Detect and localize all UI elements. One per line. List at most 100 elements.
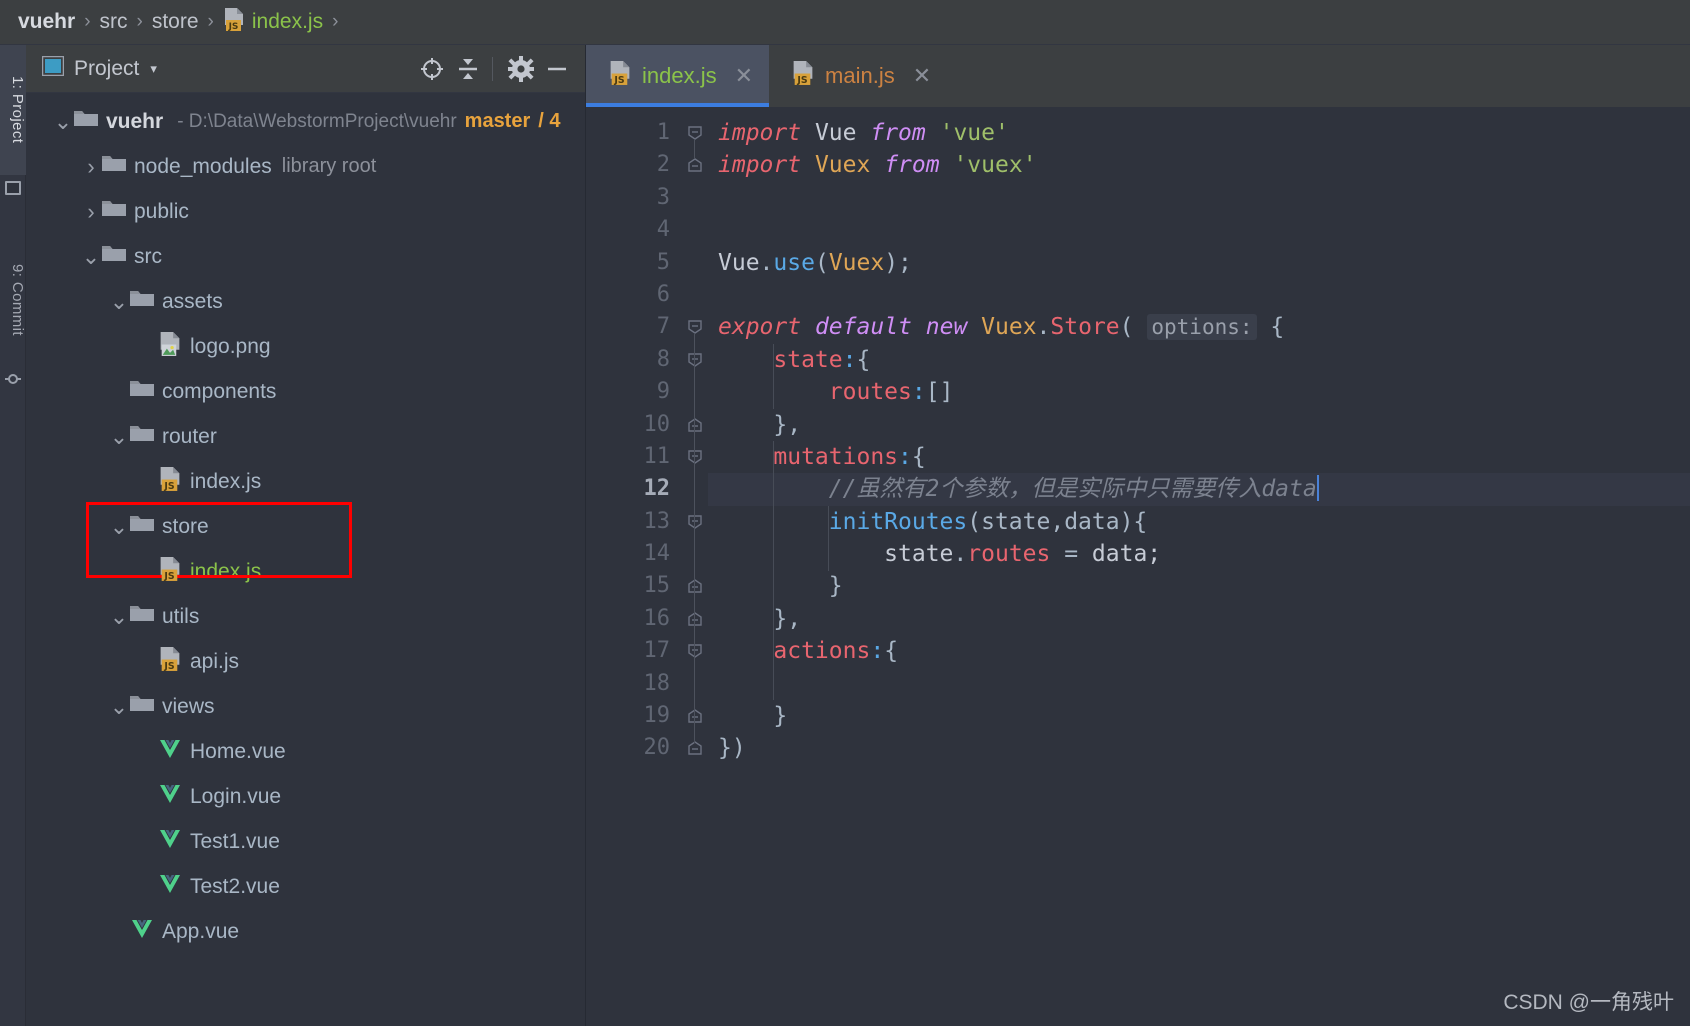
- code-token: new: [925, 314, 968, 341]
- tree-row[interactable]: Test1.vue: [26, 819, 585, 864]
- gear-icon[interactable]: [505, 53, 537, 85]
- code-line[interactable]: Vue.use(Vuex);: [708, 247, 1690, 279]
- tree-row[interactable]: components: [26, 369, 585, 414]
- chevron-down-icon[interactable]: ⌄: [80, 245, 102, 267]
- code-line[interactable]: }: [708, 700, 1690, 732]
- breadcrumb-item-src[interactable]: src: [100, 10, 128, 34]
- chevron-right-icon[interactable]: ›: [80, 199, 102, 225]
- project-tree[interactable]: ⌄ vuehr - D:\Data\WebstormProject\vuehr mas…: [26, 93, 585, 1026]
- chevron-down-icon[interactable]: ⌄: [108, 515, 130, 537]
- tree-row[interactable]: JS index.js: [26, 549, 585, 594]
- close-icon[interactable]: ✕: [913, 65, 931, 87]
- chevron-down-icon[interactable]: ⌄: [108, 695, 130, 717]
- tree-row[interactable]: ⌄ views: [26, 684, 585, 729]
- tree-row[interactable]: JS index.js: [26, 459, 585, 504]
- tree-row[interactable]: logo.png: [26, 324, 585, 369]
- close-icon[interactable]: ✕: [735, 65, 753, 87]
- fold-collapse-icon[interactable]: [687, 643, 703, 659]
- code-folding-column[interactable]: [682, 107, 708, 1026]
- fold-collapse-icon[interactable]: [687, 125, 703, 141]
- code-line[interactable]: }): [708, 732, 1690, 764]
- tree-row[interactable]: › public: [26, 189, 585, 234]
- fold-collapse-icon[interactable]: [687, 740, 703, 756]
- tree-row[interactable]: App.vue: [26, 909, 585, 954]
- code-line[interactable]: [708, 668, 1690, 700]
- code-line[interactable]: },: [708, 603, 1690, 635]
- code-line[interactable]: import Vue from 'vue': [708, 117, 1690, 149]
- chevron-down-icon[interactable]: ⌄: [108, 605, 130, 627]
- tree-row-label: assets: [162, 289, 223, 313]
- tree-row[interactable]: Login.vue: [26, 774, 585, 819]
- code-line[interactable]: state.routes = data;: [708, 538, 1690, 570]
- chevron-right-icon[interactable]: ›: [80, 154, 102, 180]
- breadcrumb-separator: ›: [136, 11, 143, 32]
- code-line[interactable]: mutations:{: [708, 441, 1690, 473]
- tree-row[interactable]: Test2.vue: [26, 864, 585, 909]
- minimize-icon[interactable]: [541, 53, 573, 85]
- code-line[interactable]: }: [708, 570, 1690, 602]
- chevron-down-icon[interactable]: ⌄: [108, 425, 130, 447]
- rail-item-project[interactable]: 1: Project: [0, 45, 26, 175]
- tree-row[interactable]: ⌄ src: [26, 234, 585, 279]
- tree-row-label: logo.png: [190, 334, 271, 358]
- fold-collapse-icon[interactable]: [687, 157, 703, 173]
- line-number: 13: [643, 508, 671, 534]
- code-line[interactable]: //虽然有2个参数，但是实际中只需要传入data: [708, 473, 1690, 506]
- tree-row-label: api.js: [190, 649, 240, 673]
- code-editor[interactable]: 1 2 3 4 5 6 7 8 9 10 11 12 13 14 15 16 17 18 19 20 import V…: [586, 107, 1690, 1026]
- tree-row[interactable]: ⌄ assets: [26, 279, 585, 324]
- rail-item-commit[interactable]: 9: Commit: [0, 235, 26, 365]
- editor-tab[interactable]: JS index.js ✕: [586, 45, 770, 107]
- folder-icon: [130, 289, 154, 314]
- fold-row: [682, 344, 708, 376]
- breadcrumb-item-store[interactable]: store: [152, 10, 199, 34]
- svg-text:JS: JS: [163, 480, 174, 491]
- line-number-gutter: 1 2 3 4 5 6 7 8 9 10 11 12 13 14 15 16 17 18 19 20: [586, 107, 682, 1026]
- tree-row[interactable]: Home.vue: [26, 729, 585, 774]
- folder-icon: [74, 109, 98, 134]
- tree-row[interactable]: › node_modules library root: [26, 144, 585, 189]
- code-line[interactable]: routes:[]: [708, 376, 1690, 408]
- breadcrumb-item-root[interactable]: vuehr: [18, 10, 75, 34]
- code-line[interactable]: [708, 279, 1690, 311]
- breadcrumb-item-file[interactable]: index.js: [252, 10, 323, 34]
- fold-collapse-icon[interactable]: [687, 449, 703, 465]
- fold-collapse-icon[interactable]: [687, 514, 703, 530]
- code-content[interactable]: import Vue from 'vue' import Vuex from 'v…: [708, 107, 1690, 1026]
- code-token: {: [911, 443, 926, 470]
- code-line[interactable]: [708, 214, 1690, 246]
- fold-row: [682, 117, 708, 149]
- fold-collapse-icon[interactable]: [687, 708, 703, 724]
- chevron-down-icon[interactable]: ▾: [150, 61, 157, 77]
- collapse-all-icon[interactable]: [452, 53, 484, 85]
- code-line[interactable]: export default new Vuex.Store( options: …: [708, 311, 1690, 343]
- code-line[interactable]: [708, 182, 1690, 214]
- fold-collapse-icon[interactable]: [687, 352, 703, 368]
- editor-tab[interactable]: JS main.js ✕: [769, 45, 947, 107]
- fold-collapse-icon[interactable]: [687, 417, 703, 433]
- chevron-down-icon[interactable]: ⌄: [52, 110, 74, 132]
- tree-row[interactable]: ⌄ store: [26, 504, 585, 549]
- fold-collapse-icon[interactable]: [687, 319, 703, 335]
- tree-row-branch-extra: / 4: [538, 110, 561, 132]
- fold-collapse-icon[interactable]: [687, 611, 703, 627]
- code-token: Vue: [718, 249, 760, 276]
- tree-row[interactable]: JS api.js: [26, 639, 585, 684]
- code-token: :: [870, 638, 885, 665]
- code-line[interactable]: actions:{: [708, 635, 1690, 667]
- tree-row[interactable]: ⌄ utils: [26, 594, 585, 639]
- code-line[interactable]: initRoutes(state,data){: [708, 506, 1690, 538]
- code-line[interactable]: },: [708, 409, 1690, 441]
- tree-row-path: - D:\Data\WebstormProject\vuehr: [177, 110, 457, 132]
- locate-icon[interactable]: [416, 53, 448, 85]
- code-line[interactable]: import Vuex from 'vuex': [708, 149, 1690, 181]
- chevron-down-icon[interactable]: ⌄: [108, 290, 130, 312]
- code-token: from: [870, 120, 926, 146]
- editor-tabbar[interactable]: JS index.js ✕ JS main.js ✕: [586, 45, 1690, 107]
- tree-row[interactable]: ⌄ vuehr - D:\Data\WebstormProject\vuehr mas…: [26, 99, 585, 144]
- code-line[interactable]: state:{: [708, 344, 1690, 376]
- tree-row[interactable]: ⌄ router: [26, 414, 585, 459]
- fold-collapse-icon[interactable]: [687, 578, 703, 594]
